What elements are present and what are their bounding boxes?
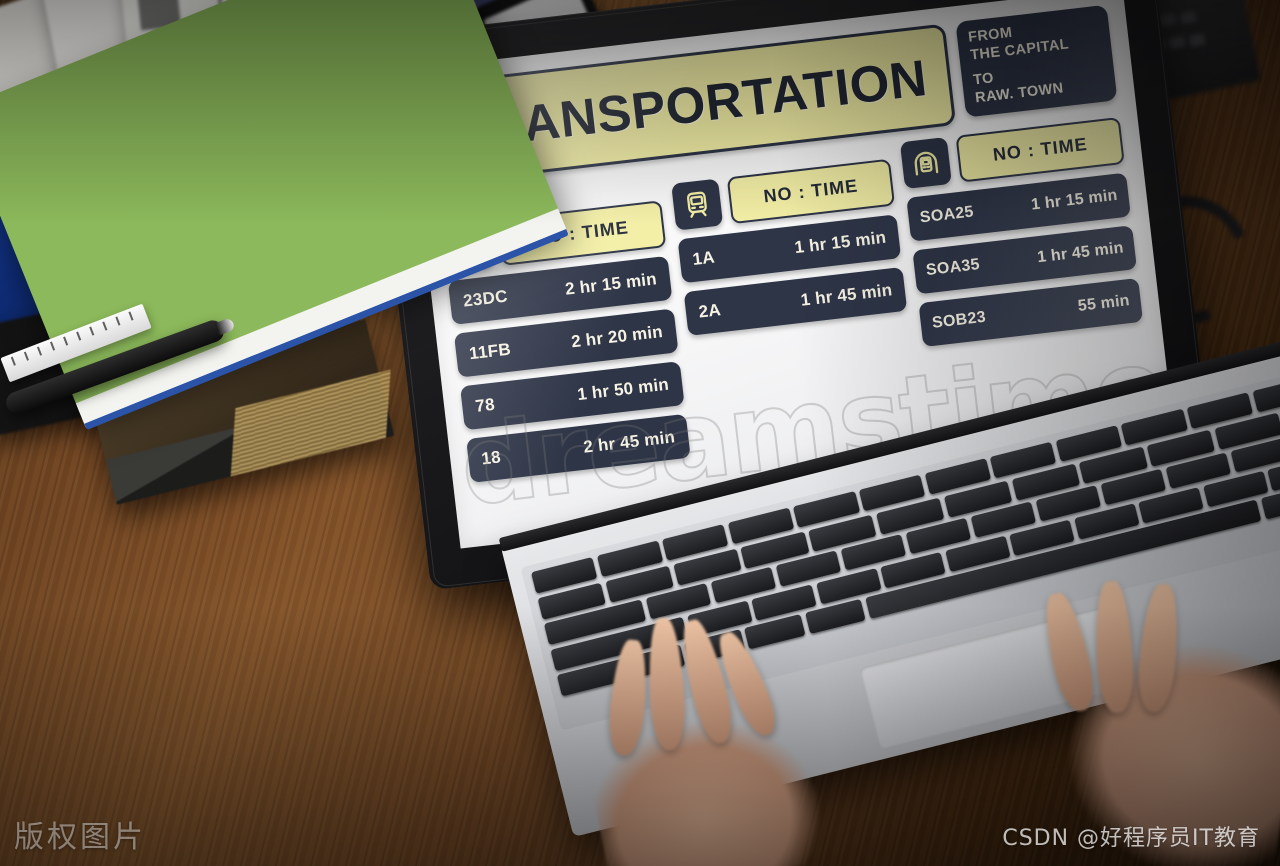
csdn-watermark-right: CSDN @好程序员IT教育 (1002, 826, 1260, 851)
copyright-watermark-left: 版权图片 (14, 820, 146, 855)
vignette-overlay (0, 0, 1280, 866)
screenshot-scene: Dictionary Pocket TRANSPORTATION F (0, 0, 1280, 866)
